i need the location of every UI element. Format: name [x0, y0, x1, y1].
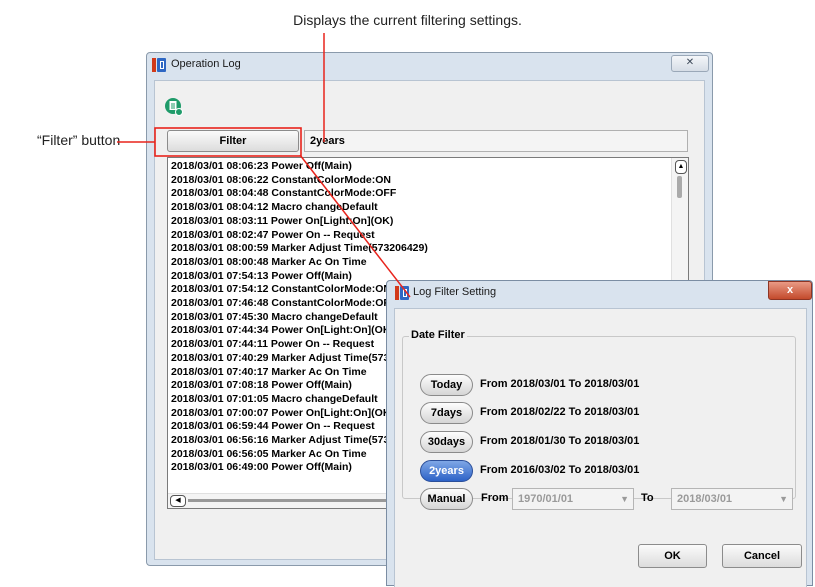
chevron-down-icon: ▼ [779, 494, 788, 504]
scroll-up-icon[interactable]: ▲ [675, 160, 687, 174]
to-date-value: 2018/03/01 [677, 493, 733, 505]
manual-button[interactable]: Manual [420, 488, 473, 510]
log-entry[interactable]: 2018/03/01 07:46:48 ConstantColorMode:OF… [171, 297, 396, 309]
log-entry[interactable]: 2018/03/01 07:40:17 Marker Ac On Time [171, 366, 367, 378]
chevron-down-icon: ▼ [620, 494, 629, 504]
log-entry[interactable]: 2018/03/01 06:59:44 Power On -- Request [171, 420, 375, 432]
callout-filter-button: “Filter” button [37, 132, 121, 148]
manual-from-label: From [481, 492, 509, 504]
scroll-thumb[interactable] [677, 176, 682, 198]
30days-button[interactable]: 30days [420, 431, 473, 453]
log-entry[interactable]: 2018/03/01 08:02:47 Power On -- Request [171, 229, 375, 241]
7days-range: From 2018/02/22 To 2018/03/01 [480, 406, 640, 418]
oplog-titlebar[interactable]: Operation Log ✕ [147, 53, 712, 75]
log-entry[interactable]: 2018/03/01 08:04:48 ConstantColorMode:OF… [171, 187, 396, 199]
scroll-left-icon[interactable]: ◀ [170, 495, 186, 507]
app-icon [152, 58, 166, 72]
log-entry[interactable]: 2018/03/01 07:45:30 Macro changeDefault [171, 311, 378, 323]
app-icon [395, 286, 409, 300]
cancel-button[interactable]: Cancel [722, 544, 802, 568]
callout-filter-display: Displays the current filtering settings. [293, 12, 522, 28]
log-entry[interactable]: 2018/03/01 07:01:05 Macro changeDefault [171, 393, 378, 405]
hscroll-thumb[interactable] [188, 499, 388, 502]
filter-dialog-title: Log Filter Setting [413, 286, 497, 298]
filter-setting-display: 2years [304, 130, 688, 152]
close-icon: ✕ [685, 57, 695, 68]
filter-titlebar[interactable]: Log Filter Setting x [387, 281, 812, 303]
today-range: From 2018/03/01 To 2018/03/01 [480, 378, 640, 390]
log-entry[interactable]: 2018/03/01 08:00:59 Marker Adjust Time(5… [171, 242, 428, 254]
to-date-picker[interactable]: 2018/03/01 ▼ [671, 488, 793, 510]
30days-range: From 2018/01/30 To 2018/03/01 [480, 435, 640, 447]
date-filter-label: Date Filter [409, 329, 467, 341]
log-entry[interactable]: 2018/03/01 07:00:07 Power On[Light:On](O… [171, 407, 394, 419]
log-entry[interactable]: 2018/03/01 08:03:11 Power On[Light:On](O… [171, 215, 393, 227]
2years-button[interactable]: 2years [420, 460, 473, 482]
2years-range: From 2016/03/02 To 2018/03/01 [480, 464, 640, 476]
log-entry[interactable]: 2018/03/01 08:00:48 Marker Ac On Time [171, 256, 367, 268]
log-entry[interactable]: 2018/03/01 08:04:12 Macro changeDefault [171, 201, 378, 213]
log-entry[interactable]: 2018/03/01 07:40:29 Marker Adjust Time(5… [171, 352, 389, 364]
oplog-close-button[interactable]: ✕ [671, 55, 709, 72]
document-icon [165, 97, 183, 117]
log-entry[interactable]: 2018/03/01 07:08:18 Power Off(Main) [171, 379, 352, 391]
close-icon: x [786, 284, 794, 296]
from-date-picker[interactable]: 1970/01/01 ▼ [512, 488, 634, 510]
today-button[interactable]: Today [420, 374, 473, 396]
from-date-value: 1970/01/01 [518, 493, 574, 505]
log-entry[interactable]: 2018/03/01 08:06:23 Power Off(Main) [171, 160, 352, 172]
oplog-title: Operation Log [171, 58, 241, 70]
log-filter-setting-window: Log Filter Setting x Date Filter Today F… [386, 280, 813, 587]
log-entry[interactable]: 2018/03/01 07:54:13 Power Off(Main) [171, 270, 352, 282]
log-entry[interactable]: 2018/03/01 07:44:34 Power On[Light:On](O… [171, 324, 394, 336]
ok-button[interactable]: OK [638, 544, 707, 568]
7days-button[interactable]: 7days [420, 402, 473, 424]
filter-close-button[interactable]: x [768, 281, 812, 300]
log-entry[interactable]: 2018/03/01 07:44:11 Power On -- Request [171, 338, 374, 350]
log-entry[interactable]: 2018/03/01 07:54:12 ConstantColorMode:ON [171, 283, 391, 295]
log-entry[interactable]: 2018/03/01 06:49:00 Power Off(Main) [171, 461, 352, 473]
log-entry[interactable]: 2018/03/01 06:56:05 Marker Ac On Time [171, 448, 367, 460]
log-entry[interactable]: 2018/03/01 06:56:16 Marker Adjust Time(5… [171, 434, 389, 446]
filter-button[interactable]: Filter [167, 130, 299, 152]
manual-to-label: To [641, 492, 654, 504]
log-entry[interactable]: 2018/03/01 08:06:22 ConstantColorMode:ON [171, 174, 391, 186]
